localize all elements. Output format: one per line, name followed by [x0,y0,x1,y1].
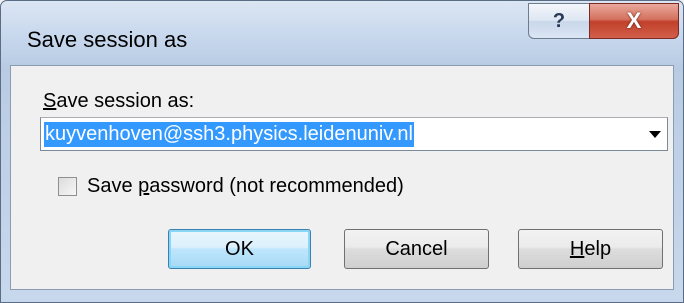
ok-button[interactable]: OK [168,229,311,269]
save-password-option[interactable]: Save password (not recommended) [58,175,404,198]
help-caption-button[interactable]: ? [528,3,590,39]
save-password-checkbox[interactable] [58,177,77,196]
label-access-key: S [43,90,57,112]
window-title: Save session as [27,27,188,52]
label-text: ave session as: [56,90,195,112]
help-icon: ? [552,9,566,32]
title-bar[interactable]: Save session as ? X [1,1,683,65]
cancel-button[interactable]: Cancel [344,229,489,269]
chevron-down-icon[interactable] [649,131,661,138]
session-name-label: Save session as: [43,90,194,113]
close-button[interactable]: X [589,3,679,39]
session-name-value[interactable]: kuyvenhoven@ssh3.physics.leidenuniv.nl [44,122,414,147]
checkbox-label-part1: Save [87,175,139,197]
dialog-body: Save session as: kuyvenhoven@ssh3.physic… [10,65,674,290]
session-name-combobox[interactable]: kuyvenhoven@ssh3.physics.leidenuniv.nl [40,117,668,151]
checkbox-access-key: p [138,175,150,197]
help-button[interactable]: Help [518,229,663,269]
checkbox-label-part2: assword (not recommended) [149,175,404,197]
help-access-key: H [569,237,585,260]
close-icon: X [626,8,642,33]
save-password-label[interactable]: Save password (not recommended) [87,175,404,198]
help-button-label: elp [584,237,612,260]
save-session-dialog: Save session as ? X Save session as: kuy… [0,0,684,303]
